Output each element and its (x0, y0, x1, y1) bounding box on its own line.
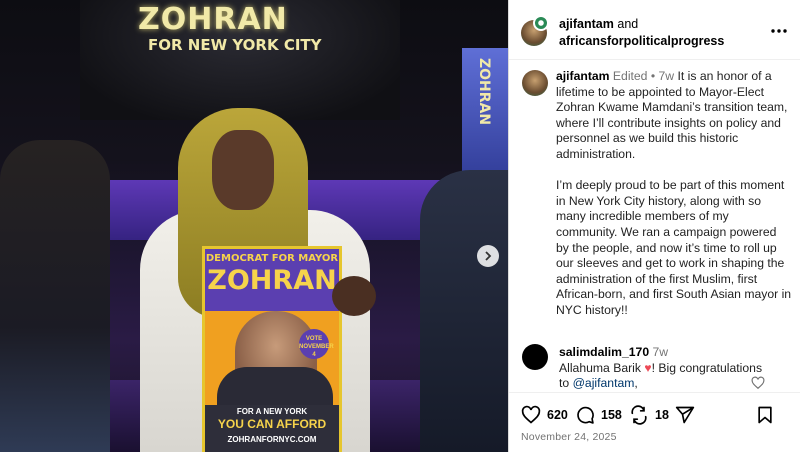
comment-text-c: , (634, 376, 638, 390)
comment: salimdalim_170 7w Allahuma Barik ♥! Big … (559, 345, 769, 390)
post-image[interactable]: ZOHRAN FOR NEW YORK CITY ZOHRAN DEMOCRAT… (0, 0, 508, 452)
caption-avatar[interactable] (522, 70, 548, 96)
comment-mention[interactable]: @ajifantam (573, 376, 635, 390)
caption-paragraph-2: I’m deeply proud to be part of this mome… (556, 178, 792, 317)
person-left (0, 140, 110, 452)
poster-headline: DEMOCRAT FOR MAYOR (205, 253, 339, 264)
repost-count[interactable]: 18 (655, 408, 669, 422)
poster-afford: YOU CAN AFFORD (217, 417, 327, 431)
woman-face (212, 130, 274, 210)
comment-text-a: Allahuma Barik (559, 360, 641, 375)
author-username[interactable]: ajifantam (559, 17, 614, 31)
post-header: ajifantam and africansforpoliticalprogre… (509, 0, 800, 60)
poster-for-ny: FOR A NEW YORK (236, 407, 308, 416)
more-options-button[interactable] (771, 20, 787, 34)
side-banner-text: ZOHRAN (476, 58, 492, 126)
post-caption: ajifantam Edited • 7w It is an honor of … (556, 69, 792, 319)
campaign-poster: DEMOCRAT FOR MAYOR ZOHRAN VOTE NOVEMBER … (202, 246, 342, 452)
chevron-right-icon (485, 251, 492, 261)
repost-icon (631, 405, 647, 425)
heart-emoji: ♥ (644, 360, 652, 375)
caption-username[interactable]: ajifantam (556, 69, 610, 83)
comment-button[interactable]: 158 (575, 405, 622, 425)
comment-username[interactable]: salimdalim_170 (559, 345, 649, 359)
poster-url: ZOHRANFORNYC.COM (227, 435, 317, 444)
paper-plane-icon (675, 406, 695, 424)
edited-label: Edited (612, 69, 648, 83)
person-right (420, 170, 508, 452)
poster-suit (217, 367, 333, 405)
meta-separator: • (650, 69, 656, 83)
comment-icon (577, 406, 594, 424)
save-button[interactable] (755, 405, 775, 425)
comment-count[interactable]: 158 (601, 408, 622, 422)
collaborator-avatar[interactable] (533, 15, 549, 31)
commenter-avatar[interactable] (522, 344, 548, 370)
post-actions: 620 158 18 November 24, 2025 (509, 392, 800, 452)
stage-banner-title: ZOHRAN (138, 2, 288, 37)
share-button[interactable] (675, 405, 695, 425)
repost-button[interactable]: 18 (629, 405, 669, 425)
heart-icon (751, 376, 765, 390)
comments-section[interactable]: ajifantam Edited • 7w It is an honor of … (509, 60, 800, 390)
poster-name: ZOHRAN (207, 265, 337, 296)
post-date[interactable]: November 24, 2025 (521, 431, 617, 443)
stage-banner-subtitle: FOR NEW YORK CITY (148, 36, 322, 54)
next-image-button[interactable] (477, 245, 499, 267)
bookmark-icon (758, 406, 772, 424)
post-details-panel: ajifantam and africansforpoliticalprogre… (508, 0, 800, 452)
poster-vote-badge: VOTE NOVEMBER 4 (299, 329, 334, 359)
more-icon (771, 29, 787, 33)
heart-icon (521, 405, 541, 424)
like-count[interactable]: 620 (547, 408, 568, 422)
post-authors: ajifantam and africansforpoliticalprogre… (559, 16, 724, 50)
collaborator-username[interactable]: africansforpoliticalprogress (559, 34, 724, 48)
comment-like-button[interactable] (751, 376, 765, 390)
hand (332, 276, 376, 316)
comment-timestamp[interactable]: 7w (653, 345, 669, 359)
author-conjunction: and (617, 17, 639, 31)
caption-timestamp[interactable]: 7w (659, 69, 675, 83)
like-button[interactable]: 620 (521, 405, 568, 425)
